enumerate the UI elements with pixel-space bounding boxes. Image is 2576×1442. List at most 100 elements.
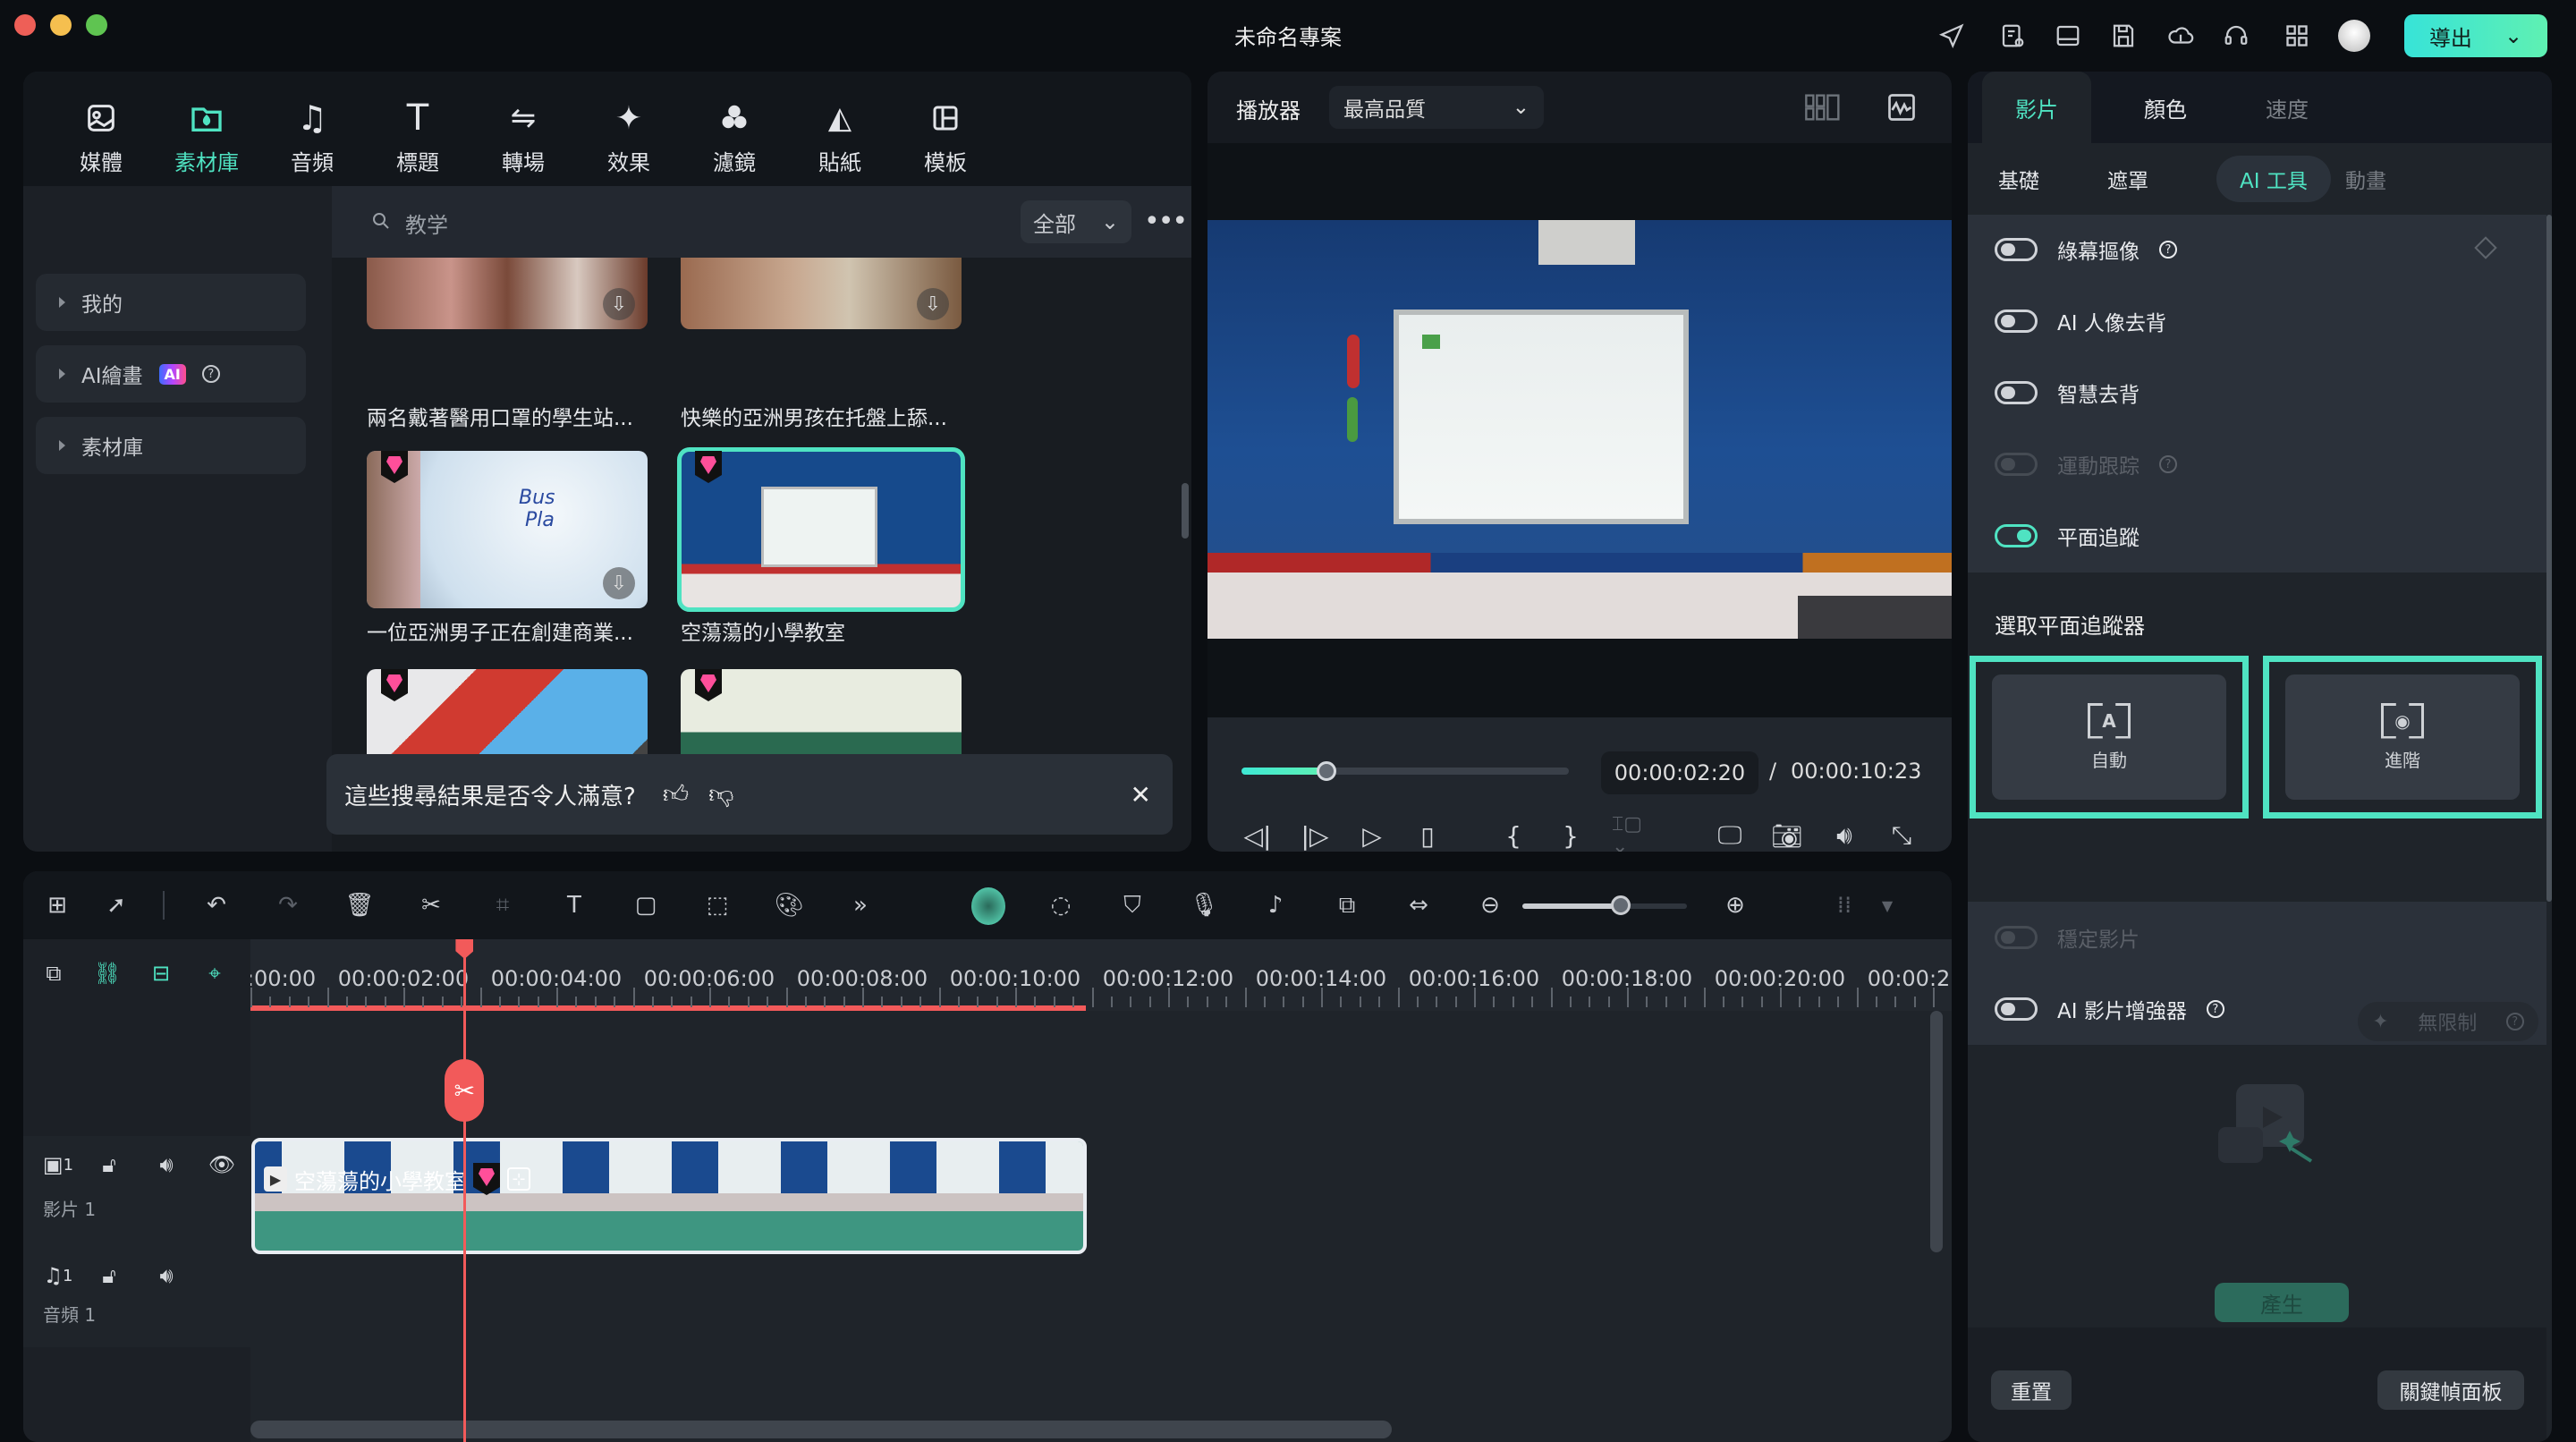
waveform-monitor-icon[interactable] bbox=[1884, 89, 1919, 125]
snap-magnet-icon[interactable]: ⌖ bbox=[200, 959, 229, 988]
snapshot-camera-icon[interactable]: 📷︎ bbox=[1769, 818, 1805, 852]
help-icon[interactable]: ? bbox=[2206, 1000, 2224, 1018]
headset-icon[interactable] bbox=[2220, 20, 2252, 52]
stock-thumbnail-selected[interactable] bbox=[677, 447, 965, 612]
apps-grid-icon[interactable] bbox=[2281, 20, 2313, 52]
grid-scrollbar[interactable] bbox=[1182, 483, 1189, 539]
split-scissors-icon[interactable]: ✂ bbox=[413, 887, 449, 923]
shape-tool-icon[interactable]: ▢ bbox=[628, 887, 664, 923]
stabilize-toggle[interactable] bbox=[1995, 926, 2038, 949]
microphone-icon[interactable]: 🎙︎ bbox=[1186, 887, 1222, 923]
help-icon[interactable]: ? bbox=[2159, 455, 2177, 473]
text-tool-icon[interactable]: T bbox=[556, 887, 592, 923]
zoom-in-icon[interactable]: ⊕ bbox=[1717, 887, 1753, 923]
download-icon[interactable]: ⇩ bbox=[603, 567, 635, 599]
display-settings-icon[interactable]: 🖵︎ bbox=[1712, 818, 1748, 852]
audio-music-icon[interactable]: ♪ bbox=[1258, 887, 1293, 923]
select-tool-icon[interactable]: ➚ bbox=[98, 887, 134, 923]
zoom-knob[interactable] bbox=[1611, 895, 1631, 915]
link-icon[interactable]: ⛓︎ bbox=[93, 959, 122, 988]
layout-blocks-icon[interactable]: ⊞ bbox=[39, 887, 75, 923]
fit-timeline-icon[interactable]: ⇔ bbox=[1401, 887, 1436, 923]
tab-audio[interactable]: ♫ 音頻 bbox=[272, 98, 352, 176]
track-layout-icon[interactable]: ⁞⁞ bbox=[1826, 887, 1862, 923]
redo-icon[interactable]: ↷ bbox=[270, 887, 306, 923]
timeline-ruler[interactable]: 00:00:00:0000:00:02:0000:00:04:0000:00:0… bbox=[250, 939, 1952, 1011]
subtab-animation[interactable]: 動畫 bbox=[2322, 156, 2410, 202]
ai-copilot-icon[interactable] bbox=[971, 887, 1005, 925]
fullscreen-icon[interactable]: ⤡ bbox=[1884, 818, 1919, 852]
next-frame-icon[interactable]: |▷ bbox=[1297, 818, 1333, 852]
chroma-key-toggle[interactable] bbox=[1995, 238, 2038, 261]
volume-icon[interactable]: 🔊︎ bbox=[1826, 818, 1862, 852]
crop-icon[interactable]: ⌗ bbox=[485, 887, 521, 923]
current-time[interactable]: 00:00:02:20 bbox=[1601, 751, 1758, 794]
video-preview[interactable] bbox=[1208, 220, 1952, 639]
tab-media[interactable]: 媒體 bbox=[61, 98, 141, 176]
motion-tracking-toggle[interactable] bbox=[1995, 453, 2038, 476]
progress-knob[interactable] bbox=[1317, 761, 1337, 781]
tab-stickers[interactable]: ◭ 貼紙 bbox=[800, 98, 880, 176]
subtab-mask[interactable]: 遮罩 bbox=[2084, 156, 2172, 202]
stock-thumbnail[interactable]: ⇩ bbox=[367, 258, 648, 329]
track-group-icon[interactable]: ⊟ bbox=[147, 959, 175, 988]
help-icon[interactable]: ? bbox=[2159, 241, 2177, 259]
lock-icon[interactable]: 🔓︎ bbox=[95, 1261, 123, 1290]
help-icon[interactable]: ? bbox=[2505, 1013, 2524, 1031]
more-tools-icon[interactable]: » bbox=[843, 887, 878, 923]
delete-icon[interactable]: 🗑︎ bbox=[342, 887, 377, 923]
tab-video[interactable]: 影片 bbox=[1982, 72, 2091, 143]
playhead-line[interactable] bbox=[463, 939, 467, 1442]
caret-down-icon[interactable]: ▼ bbox=[1869, 887, 1905, 923]
playhead-split-button[interactable]: ✂ bbox=[445, 1059, 485, 1122]
send-icon[interactable] bbox=[1936, 20, 1968, 52]
stock-thumbnail[interactable]: Bus Pla ⇩ bbox=[367, 451, 648, 608]
auto-beat-icon[interactable]: ◌ bbox=[1043, 887, 1079, 923]
tab-filters[interactable]: 濾鏡 bbox=[694, 98, 775, 176]
previous-frame-icon[interactable]: ◁| bbox=[1240, 818, 1275, 852]
more-options-icon[interactable]: ••• bbox=[1144, 206, 1188, 237]
filter-dropdown[interactable]: 全部 ⌄ bbox=[1021, 200, 1131, 243]
close-icon[interactable]: ✕ bbox=[1131, 780, 1151, 810]
sidebar-item-mine[interactable]: 我的 bbox=[36, 274, 306, 331]
tab-titles[interactable]: T 標題 bbox=[377, 98, 458, 176]
marker-icon[interactable]: ⛉ bbox=[1114, 887, 1150, 923]
properties-scrollbar[interactable] bbox=[2546, 215, 2552, 902]
sidebar-item-stock[interactable]: 素材庫 bbox=[36, 417, 306, 474]
sidebar-item-ai-art[interactable]: AI繪畫 AI? bbox=[36, 345, 306, 403]
smart-cutout-toggle[interactable] bbox=[1995, 381, 2038, 404]
visibility-eye-icon[interactable]: 👁︎ bbox=[208, 1150, 236, 1179]
chevron-down-icon[interactable]: ⌄ bbox=[2504, 23, 2522, 48]
timeline-horizontal-scrollbar[interactable] bbox=[250, 1421, 1392, 1438]
tab-color[interactable]: 顏色 bbox=[2111, 72, 2220, 143]
color-palette-icon[interactable]: 🎨︎ bbox=[771, 887, 807, 923]
quality-dropdown[interactable]: 最高品質 ⌄ bbox=[1329, 86, 1544, 129]
stop-icon[interactable]: ▯ bbox=[1410, 818, 1445, 852]
ai-cutout-icon[interactable]: ⬚ bbox=[699, 887, 735, 923]
layout-icon[interactable] bbox=[2052, 20, 2084, 52]
download-icon[interactable]: ⇩ bbox=[603, 288, 635, 320]
export-button[interactable]: 導出 ⌄ bbox=[2404, 14, 2547, 57]
mark-in-icon[interactable]: { bbox=[1496, 818, 1531, 852]
cloud-icon[interactable] bbox=[2165, 20, 2197, 52]
tab-transitions[interactable]: ⇋ 轉場 bbox=[483, 98, 564, 176]
mark-out-icon[interactable]: } bbox=[1553, 818, 1589, 852]
planar-tracking-toggle[interactable] bbox=[1995, 524, 2038, 547]
avatar[interactable] bbox=[2338, 20, 2370, 52]
tab-stock[interactable]: 素材庫 bbox=[166, 98, 247, 176]
grid-view-icon[interactable] bbox=[1805, 91, 1841, 123]
thumbs-up-icon[interactable]: 👍︎ bbox=[663, 779, 689, 810]
timeline-zoom-slider[interactable] bbox=[1522, 895, 1687, 915]
play-icon[interactable]: ▷ bbox=[1354, 818, 1390, 852]
subtab-basic[interactable]: 基礎 bbox=[1975, 156, 2063, 202]
ai-portrait-toggle[interactable] bbox=[1995, 310, 2038, 333]
tracker-auto-button[interactable]: A 自動 bbox=[1970, 656, 2249, 819]
subtab-ai-tools[interactable]: AI 工具 bbox=[2216, 156, 2331, 202]
generate-button[interactable]: 產生 bbox=[2215, 1283, 2349, 1322]
tab-effects[interactable]: ✦ 效果 bbox=[589, 98, 669, 176]
undo-icon[interactable]: ↶ bbox=[199, 887, 234, 923]
save-icon[interactable] bbox=[2107, 20, 2140, 52]
render-preview-icon[interactable]: ⧉ bbox=[1329, 887, 1365, 923]
ai-enhancer-toggle[interactable] bbox=[1995, 997, 2038, 1021]
task-icon[interactable] bbox=[1996, 20, 2029, 52]
